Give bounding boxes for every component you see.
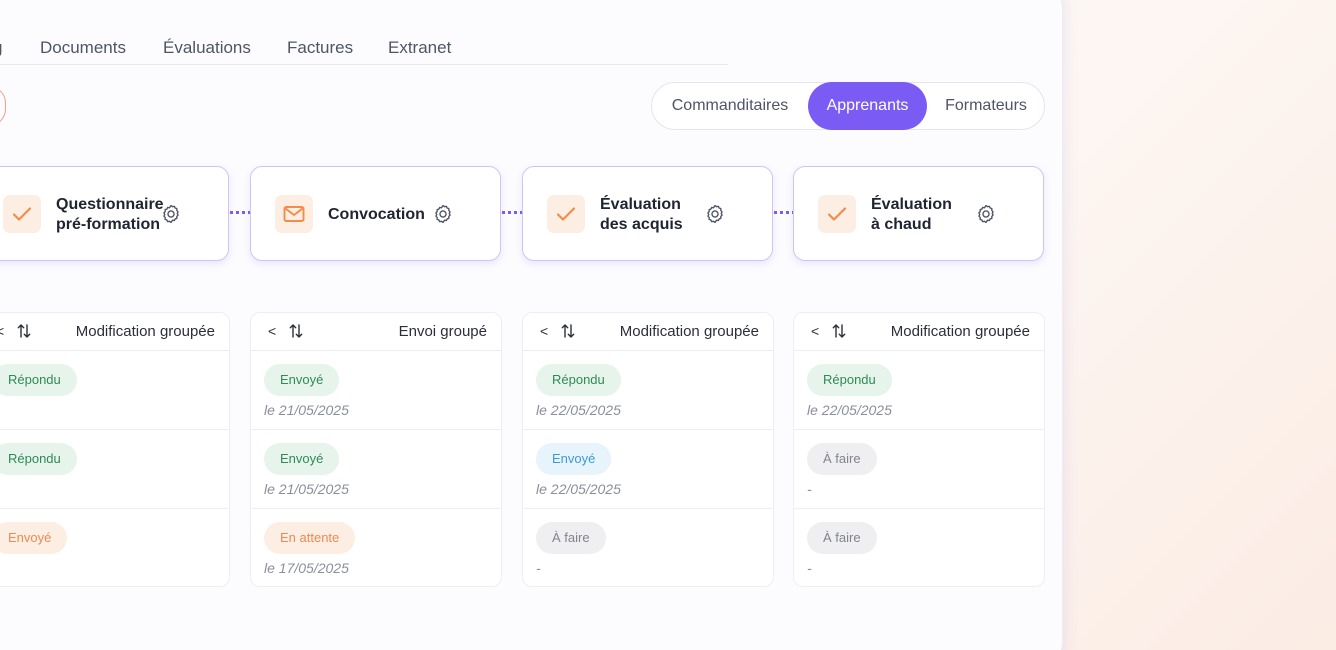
chevron-left-icon[interactable]: < bbox=[811, 323, 819, 339]
check-icon bbox=[3, 195, 41, 233]
check-icon bbox=[818, 195, 856, 233]
status-column-card: < Modification groupée Répondu le 22/05/202… bbox=[522, 312, 774, 587]
table-row: À faire - bbox=[794, 430, 1044, 509]
gear-icon[interactable] bbox=[432, 203, 454, 230]
step-connector bbox=[502, 211, 523, 214]
status-badge[interactable]: Répondu bbox=[0, 364, 77, 396]
bulk-action-button[interactable]: Envoi groupé bbox=[399, 323, 487, 340]
status-badge[interactable]: Envoyé bbox=[264, 443, 340, 475]
status-date: le 22/05/2025 bbox=[536, 481, 621, 497]
sort-icon[interactable] bbox=[288, 322, 304, 345]
audience-segmented-control: Commanditaires Apprenants Formateurs bbox=[651, 82, 1045, 130]
table-row: Envoyé le 21/05/2025 bbox=[251, 351, 501, 430]
table-row: À faire - bbox=[794, 509, 1044, 588]
step-connector bbox=[774, 211, 795, 214]
status-badge[interactable]: Répondu bbox=[807, 364, 892, 396]
table-row: Répondu bbox=[0, 351, 229, 430]
table-row: Envoyé bbox=[0, 509, 229, 588]
check-icon bbox=[547, 195, 585, 233]
tab-factures[interactable]: Factures bbox=[287, 38, 353, 58]
mail-icon bbox=[275, 195, 313, 233]
bulk-action-button[interactable]: Modification groupée bbox=[76, 323, 215, 340]
chevron-left-icon[interactable]: < bbox=[0, 323, 4, 339]
segment-commanditaires[interactable]: Commanditaires bbox=[652, 83, 808, 129]
bulk-action-button[interactable]: Modification groupée bbox=[620, 323, 759, 340]
status-badge[interactable]: À faire bbox=[807, 522, 877, 554]
status-badge[interactable]: Envoyé bbox=[536, 443, 612, 475]
status-date: - bbox=[807, 481, 812, 497]
segment-apprenants[interactable]: Apprenants bbox=[808, 82, 927, 130]
tab-extranet[interactable]: Extranet bbox=[388, 38, 451, 58]
sort-icon[interactable] bbox=[16, 322, 32, 345]
table-row: À faire - bbox=[523, 509, 773, 588]
step-connector bbox=[230, 211, 251, 214]
bulk-action-button[interactable]: Modification groupée bbox=[891, 323, 1030, 340]
sort-icon[interactable] bbox=[831, 322, 847, 345]
gear-icon[interactable] bbox=[975, 203, 997, 230]
chevron-left-icon[interactable]: < bbox=[268, 323, 276, 339]
gear-icon[interactable] bbox=[704, 203, 726, 230]
status-date: le 17/05/2025 bbox=[264, 560, 349, 576]
status-badge[interactable]: Répondu bbox=[536, 364, 621, 396]
column-header: < Envoi groupé bbox=[251, 313, 501, 351]
tab-evaluations[interactable]: Évaluations bbox=[163, 38, 251, 58]
table-row: Répondu le 22/05/2025 bbox=[523, 351, 773, 430]
status-date: - bbox=[536, 560, 541, 576]
step-card-1[interactable]: Convocation bbox=[250, 166, 501, 261]
tab-partial[interactable]: g bbox=[0, 38, 2, 58]
status-badge[interactable]: À faire bbox=[807, 443, 877, 475]
column-header: < Modification groupée bbox=[0, 313, 229, 351]
status-date: le 21/05/2025 bbox=[264, 402, 349, 418]
table-row: En attente le 17/05/2025 bbox=[251, 509, 501, 588]
status-badge[interactable]: À faire bbox=[536, 522, 606, 554]
column-header: < Modification groupée bbox=[523, 313, 773, 351]
status-date: - bbox=[807, 560, 812, 576]
gear-icon[interactable] bbox=[160, 203, 182, 230]
status-badge[interactable]: Répondu bbox=[0, 443, 77, 475]
chevron-left-icon[interactable]: < bbox=[540, 323, 548, 339]
step-card-2[interactable]: Évaluation des acquis bbox=[522, 166, 773, 261]
column-header: < Modification groupée bbox=[794, 313, 1044, 351]
status-column-card: < Modification groupée Répondu le 22/05/202… bbox=[793, 312, 1045, 587]
status-column-card: < Envoi groupé Envoyé le 21/05/2025 Envoyé le… bbox=[250, 312, 502, 587]
status-badge[interactable]: Envoyé bbox=[264, 364, 340, 396]
status-badge[interactable]: Envoyé bbox=[0, 522, 68, 554]
tab-documents[interactable]: Documents bbox=[40, 38, 126, 58]
table-row: Envoyé le 22/05/2025 bbox=[523, 430, 773, 509]
status-column-card: < Modification groupée Répondu Répondu Envoy… bbox=[0, 312, 230, 587]
status-date: le 21/05/2025 bbox=[264, 481, 349, 497]
table-row: Répondu bbox=[0, 430, 229, 509]
table-row: Répondu le 22/05/2025 bbox=[794, 351, 1044, 430]
step-card-0[interactable]: Questionnaire pré-formation bbox=[0, 166, 229, 261]
status-badge[interactable]: En attente bbox=[264, 522, 356, 554]
status-date: le 22/05/2025 bbox=[807, 402, 892, 418]
segment-formateurs[interactable]: Formateurs bbox=[927, 83, 1045, 129]
sort-icon[interactable] bbox=[560, 322, 576, 345]
table-row: Envoyé le 21/05/2025 bbox=[251, 430, 501, 509]
step-card-3[interactable]: Évaluation à chaud bbox=[793, 166, 1044, 261]
status-date: le 22/05/2025 bbox=[536, 402, 621, 418]
tab-bar: g Documents Évaluations Factures Extrane… bbox=[0, 36, 728, 65]
